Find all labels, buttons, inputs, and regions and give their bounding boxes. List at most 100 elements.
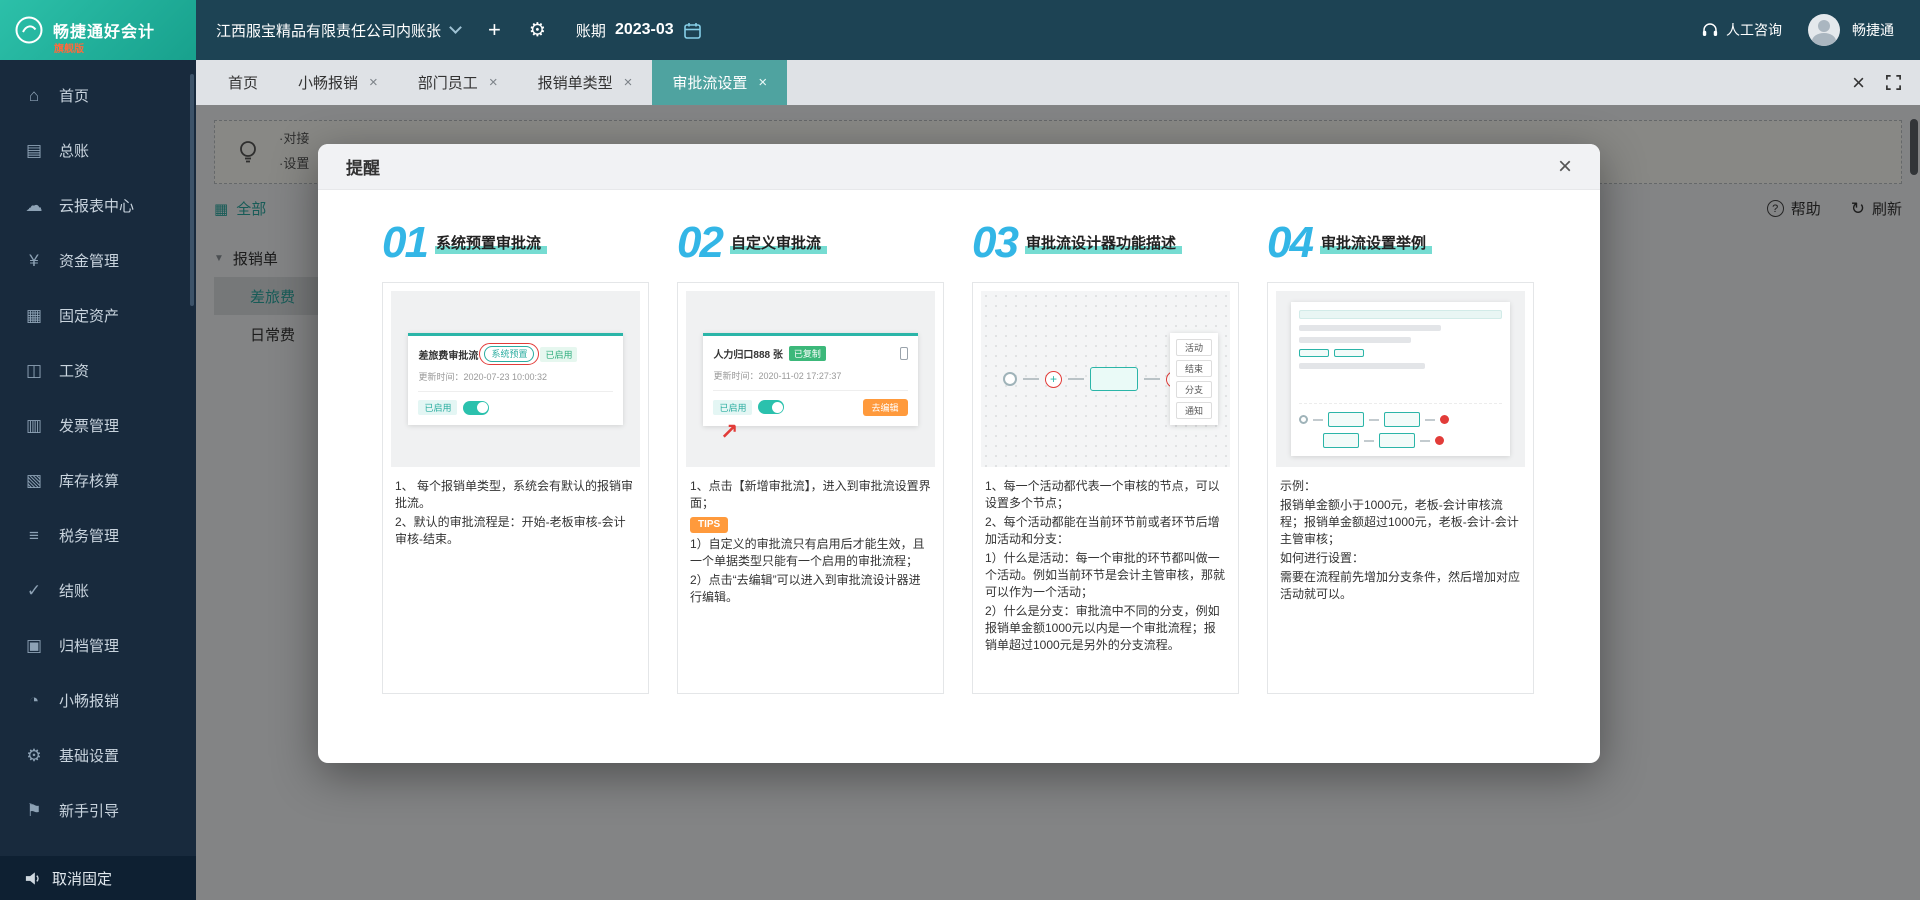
toggle-on-icon bbox=[758, 400, 784, 414]
step-title: 系统预置审批流 bbox=[435, 232, 547, 254]
sidebar-menu: ⌂首页 ▤ 总账 ☁ 云报表中心 ¥资金管理 ▦固定资产 ◫工资 ▥ 发票管理 ▧ 库存… bbox=[0, 60, 196, 893]
menu-item-notify: 通知 bbox=[1176, 402, 1212, 419]
chevron-down-icon bbox=[449, 21, 462, 34]
close-icon[interactable]: × bbox=[369, 74, 378, 91]
sidebar-item-general-ledger[interactable]: ▤ 总账 bbox=[0, 123, 196, 178]
sidebar-item-funds[interactable]: ¥资金管理 bbox=[0, 233, 196, 288]
step-preset-flow: 01 系统预置审批流 差旅费审批流 系统预置 已启用 更新时间：20 bbox=[382, 216, 649, 694]
step-setup-example: 04 审批流设置举例 bbox=[1267, 216, 1534, 694]
app-window: 畅捷通好会计 旗舰版 江西服宝精品有限责任公司内账张 + ⚙ 账期 2023-0… bbox=[0, 0, 1920, 900]
step-description: 1、 每个报销单类型，系统会有默认的报销审批流。 2、默认的审批流程是：开始-老… bbox=[383, 467, 648, 561]
sidebar-item-inventory[interactable]: ▧ 库存核算 bbox=[0, 453, 196, 508]
sidebar-item-label: 税务管理 bbox=[59, 525, 119, 546]
sidebar-item-label: 库存核算 bbox=[59, 470, 119, 491]
fullscreen-icon[interactable] bbox=[1885, 74, 1902, 91]
sidebar-item-invoices[interactable]: ▥ 发票管理 bbox=[0, 398, 196, 453]
topbar-right: 人工咨询 畅捷通 bbox=[1701, 14, 1920, 46]
sidebar-item-label: 工资 bbox=[59, 360, 89, 381]
money-icon: ¥ bbox=[24, 251, 44, 271]
sidebar-item-payroll[interactable]: ◫工资 bbox=[0, 343, 196, 398]
insert-node-icon: + bbox=[1045, 371, 1062, 388]
user-avatar[interactable] bbox=[1808, 14, 1840, 46]
sidebar-item-beginner-guide[interactable]: ⚑ 新手引导 bbox=[0, 783, 196, 838]
sidebar-item-cloud-reports[interactable]: ☁ 云报表中心 bbox=[0, 178, 196, 233]
step-description: 1、每一个活动都代表一个审核的节点，可以设置多个节点； 2、每个活动都能在当前环… bbox=[973, 467, 1238, 667]
step-thumbnail bbox=[1276, 291, 1525, 467]
step-card: 差旅费审批流 系统预置 已启用 更新时间：2020-07-23 10:00:32… bbox=[382, 282, 649, 694]
reminder-dialog: 提醒 × 01 系统预置审批流 差旅费审批流 bbox=[318, 144, 1600, 763]
period-value: 2023-03 bbox=[615, 21, 674, 39]
edit-button: 去编辑 bbox=[863, 399, 908, 416]
dialog-title: 提醒 bbox=[346, 154, 380, 179]
sidebar-item-basic-settings[interactable]: ⚙ 基础设置 bbox=[0, 728, 196, 783]
sidebar-scrollbar[interactable] bbox=[190, 74, 194, 306]
sidebar-item-label: 新手引导 bbox=[59, 800, 119, 821]
update-time: 更新时间：2020-07-23 10:00:32 bbox=[418, 370, 612, 383]
close-icon[interactable]: × bbox=[758, 74, 767, 91]
cloud-icon: ☁ bbox=[24, 196, 44, 216]
tab-approval-flow-settings[interactable]: 审批流设置 × bbox=[652, 60, 787, 105]
tabbar-actions: × bbox=[1852, 72, 1920, 94]
tab-label: 部门员工 bbox=[418, 72, 478, 93]
sidebar-item-archive[interactable]: ▣归档管理 bbox=[0, 618, 196, 673]
tab-home[interactable]: 首页 bbox=[208, 60, 278, 105]
user-name: 畅捷通 bbox=[1852, 20, 1894, 40]
sidebar-item-label: 基础设置 bbox=[59, 745, 119, 766]
sidebar-item-label: 总账 bbox=[59, 140, 89, 161]
status-badge: 已启用 bbox=[418, 400, 457, 415]
sidebar-item-label: 固定资产 bbox=[59, 305, 119, 326]
company-selector[interactable]: 江西服宝精品有限责任公司内账张 bbox=[216, 20, 460, 41]
unpin-sidebar-button[interactable]: 取消固定 bbox=[0, 856, 196, 900]
invoice-icon: ▥ bbox=[24, 416, 44, 436]
tab-label: 报销单类型 bbox=[538, 72, 613, 93]
unpin-label: 取消固定 bbox=[52, 868, 112, 889]
settings-screenshot bbox=[1291, 302, 1510, 457]
headset-icon bbox=[1701, 21, 1719, 39]
sidebar-item-label: 发票管理 bbox=[59, 415, 119, 436]
sidebar-item-label: 云报表中心 bbox=[59, 195, 134, 216]
step-number: 03 bbox=[972, 221, 1017, 265]
flag-icon: ⚑ bbox=[24, 801, 44, 821]
tabbar: 首页 小畅报销 × 部门员工 × 报销单类型 × 审批流设置 × bbox=[196, 60, 1920, 105]
thumb-flow-title: 人力归口888 张 bbox=[713, 346, 782, 361]
sidebar-item-tax[interactable]: ≡ 税务管理 bbox=[0, 508, 196, 563]
gear-icon: ⚙ bbox=[24, 746, 44, 766]
settings-gear-icon[interactable]: ⚙ bbox=[529, 21, 546, 40]
close-icon[interactable]: × bbox=[1852, 72, 1865, 94]
tips-badge: TIPS bbox=[690, 517, 728, 533]
copied-badge: 已复制 bbox=[789, 346, 826, 361]
app-logo: 畅捷通好会计 旗舰版 bbox=[0, 0, 196, 60]
support-button[interactable]: 人工咨询 bbox=[1701, 20, 1782, 40]
example-flow-diagram bbox=[1299, 403, 1502, 448]
step-thumbnail: 差旅费审批流 系统预置 已启用 更新时间：2020-07-23 10:00:32… bbox=[391, 291, 640, 467]
ledger-icon: ▤ bbox=[24, 141, 44, 161]
tab-dept-employees[interactable]: 部门员工 × bbox=[398, 60, 518, 105]
sidebar-item-home[interactable]: ⌂首页 bbox=[0, 68, 196, 123]
step-title: 审批流设计器功能描述 bbox=[1025, 232, 1182, 254]
tax-icon: ≡ bbox=[24, 526, 44, 546]
sidebar-item-label: 结账 bbox=[59, 580, 89, 601]
step-card: + + 活动 结束 分支 通知 bbox=[972, 282, 1239, 694]
menu-item-branch: 分支 bbox=[1176, 381, 1212, 398]
phone-icon bbox=[900, 347, 908, 360]
accounting-period[interactable]: 账期 2023-03 bbox=[576, 20, 702, 41]
sidebar-item-fixed-assets[interactable]: ▦固定资产 bbox=[0, 288, 196, 343]
box-icon: ▧ bbox=[24, 471, 44, 491]
dialog-close-button[interactable]: × bbox=[1558, 155, 1572, 179]
step-title: 审批流设置举例 bbox=[1320, 232, 1432, 254]
tab-expense-types[interactable]: 报销单类型 × bbox=[518, 60, 653, 105]
add-account-button[interactable]: + bbox=[488, 19, 501, 41]
speaker-icon bbox=[24, 870, 41, 887]
step-description: 示例： 报销单金额小于1000元，老板-会计审核流程；报销单金额超过1000元，… bbox=[1268, 467, 1533, 616]
dialog-body: 01 系统预置审批流 差旅费审批流 系统预置 已启用 更新时间：20 bbox=[318, 190, 1600, 763]
close-icon[interactable]: × bbox=[489, 74, 498, 91]
period-label: 账期 bbox=[576, 20, 606, 41]
flow-designer-canvas: + + 活动 结束 分支 通知 bbox=[981, 291, 1230, 467]
archive-icon: ▣ bbox=[24, 636, 44, 656]
update-time: 更新时间：2020-11-02 17:27:37 bbox=[713, 369, 907, 382]
tab-expense-app[interactable]: 小畅报销 × bbox=[278, 60, 398, 105]
close-icon[interactable]: × bbox=[624, 74, 633, 91]
sidebar-item-expense[interactable]: ◔小畅报销 bbox=[0, 673, 196, 728]
enabled-badge: 已启用 bbox=[540, 347, 577, 362]
sidebar-item-closing[interactable]: ✓结账 bbox=[0, 563, 196, 618]
